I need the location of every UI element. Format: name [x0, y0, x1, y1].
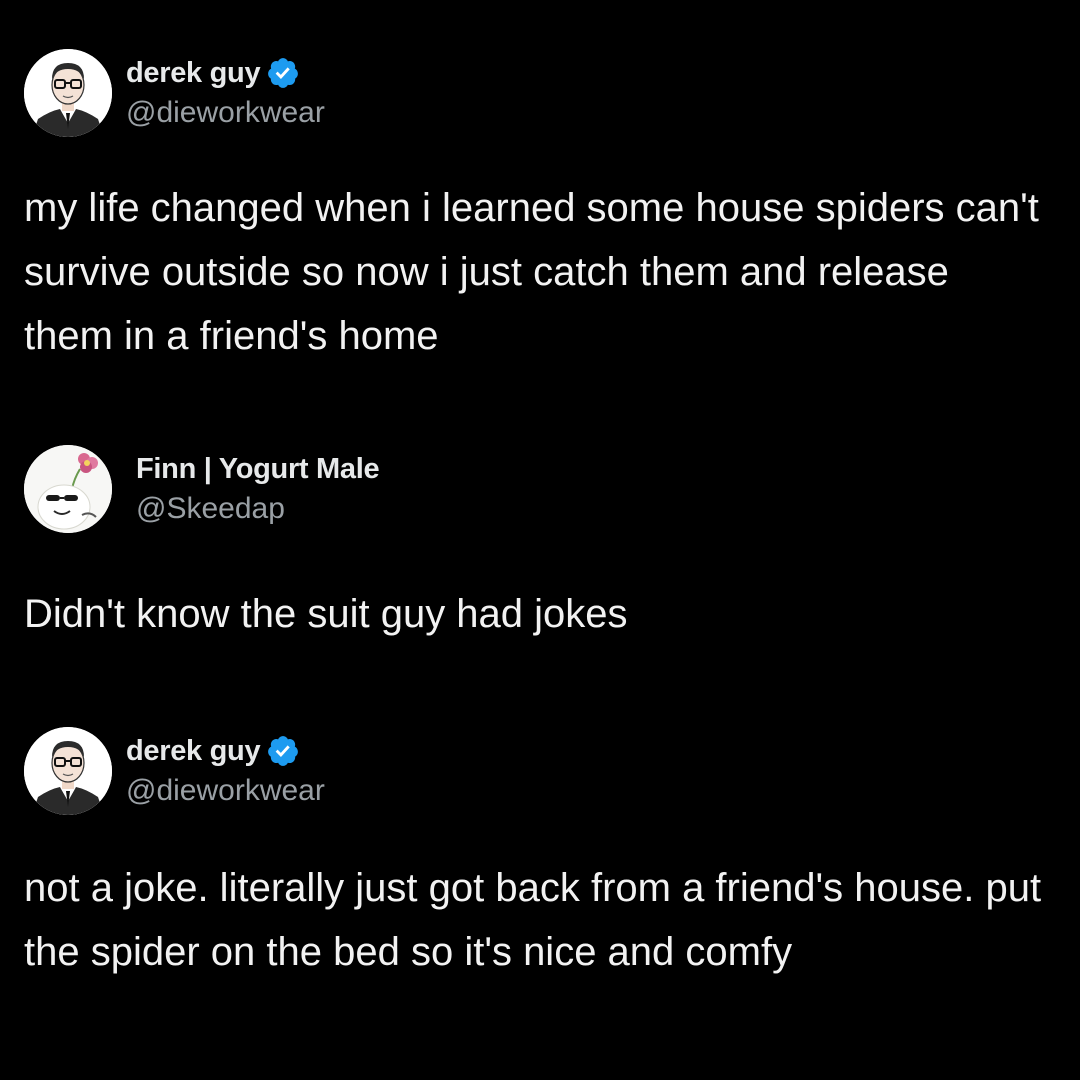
- display-name[interactable]: derek guy: [126, 735, 261, 768]
- name-row: derek guy: [126, 731, 325, 771]
- tweet-text: not a joke. literally just got back from…: [24, 866, 1042, 974]
- tweet-header: derek guy @dieworkwear: [24, 726, 1044, 816]
- verified-badge-icon: [268, 58, 299, 88]
- handle[interactable]: @dieworkwear: [126, 93, 325, 133]
- handle[interactable]: @dieworkwear: [126, 771, 325, 811]
- man-with-glasses-sketch-icon: [24, 49, 112, 137]
- name-row: derek guy: [126, 53, 325, 93]
- author-info: Finn | Yogurt Male @Skeedap: [136, 449, 380, 529]
- tweet: derek guy @dieworkwear my life changed w…: [24, 48, 1044, 368]
- tweet-text: my life changed when i learned some hous…: [24, 186, 1039, 358]
- author-info: derek guy @dieworkwear: [126, 731, 325, 811]
- verified-badge-icon: [268, 736, 299, 766]
- tweet: derek guy @dieworkwear not a joke. liter…: [24, 726, 1044, 984]
- avatar[interactable]: [24, 727, 112, 815]
- avatar[interactable]: [24, 49, 112, 137]
- handle[interactable]: @Skeedap: [136, 489, 379, 529]
- name-row: Finn | Yogurt Male: [136, 449, 380, 489]
- author-info: derek guy @dieworkwear: [126, 53, 325, 133]
- avatar[interactable]: [24, 445, 112, 533]
- cartoon-flower-character-icon: [24, 445, 112, 533]
- man-with-glasses-sketch-icon: [24, 727, 112, 815]
- tweet: Finn | Yogurt Male @Skeedap Didn't know …: [24, 444, 1044, 646]
- display-name[interactable]: derek guy: [126, 57, 261, 90]
- tweet-header: derek guy @dieworkwear: [24, 48, 1044, 138]
- tweet-text: Didn't know the suit guy had jokes: [24, 592, 628, 636]
- tweet-header: Finn | Yogurt Male @Skeedap: [24, 444, 1044, 534]
- display-name[interactable]: Finn | Yogurt Male: [136, 453, 380, 486]
